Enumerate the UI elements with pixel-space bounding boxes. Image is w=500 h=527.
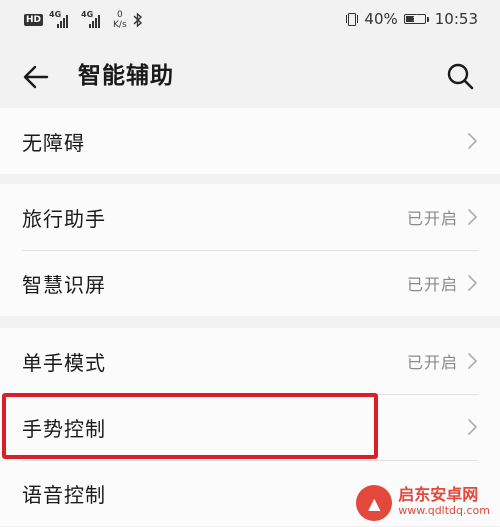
settings-group-smart: 旅行助手 已开启 智慧识屏 已开启: [0, 184, 500, 316]
settings-item-one-handed-mode[interactable]: 单手模式 已开启: [0, 328, 500, 394]
settings-item-status: 已开启: [406, 353, 458, 372]
watermark-logo-icon: ▲: [356, 485, 393, 521]
watermark: ▲ 启东安卓网 www.qdltdq.com: [356, 485, 490, 521]
settings-item-label: 旅行助手: [22, 206, 106, 231]
settings-item-label: 无障碍: [22, 130, 85, 155]
settings-item-travel-assistant[interactable]: 旅行助手 已开启: [0, 184, 500, 250]
clock: 10:53: [434, 10, 478, 28]
settings-item-gesture-control[interactable]: 手势控制: [0, 394, 500, 460]
network-speed-unit: K/s: [113, 20, 127, 30]
vibrate-icon: [346, 12, 359, 26]
network-speed-value: 0: [116, 10, 123, 20]
app-bar: 智能辅助: [0, 44, 500, 108]
search-icon[interactable]: [446, 62, 474, 90]
chevron-right-icon: [468, 133, 477, 149]
settings-item-label: 单手模式: [22, 350, 106, 375]
watermark-name: 启东安卓网: [398, 485, 479, 504]
watermark-url: www.qdltdq.com: [398, 504, 490, 517]
battery-percent: 40%: [364, 10, 398, 28]
back-arrow-icon[interactable]: [22, 63, 50, 91]
status-bar: HD 4G 4G 0 K/s 40% ⚡ 10:53: [0, 0, 500, 44]
settings-item-label: 语音控制: [22, 482, 106, 507]
chevron-right-icon: [468, 353, 477, 369]
status-bar-right: 40% ⚡ 10:53: [346, 10, 478, 28]
network-speed: 0 K/s: [113, 10, 127, 30]
settings-item-accessibility[interactable]: 无障碍: [0, 108, 500, 174]
settings-item-label: 智慧识屏: [22, 272, 106, 297]
settings-item-status: 已开启: [406, 209, 458, 228]
page-title: 智能辅助: [78, 63, 174, 89]
settings-group-accessibility: 无障碍: [0, 108, 500, 174]
bluetooth-icon: [133, 12, 142, 28]
settings-item-smart-screen-recognition[interactable]: 智慧识屏 已开启: [0, 250, 500, 316]
settings-item-status: 已开启: [406, 275, 458, 294]
chevron-right-icon: [468, 209, 477, 225]
signal-icon: 4G: [81, 10, 107, 28]
settings-item-label: 手势控制: [22, 416, 106, 441]
battery-charging-icon: ⚡: [403, 14, 429, 24]
chevron-right-icon: [468, 275, 477, 291]
hd-badge: HD: [24, 14, 44, 26]
status-bar-left: HD 4G 4G 0 K/s: [24, 10, 143, 30]
signal-icon: 4G: [49, 10, 75, 28]
chevron-right-icon: [468, 419, 477, 435]
